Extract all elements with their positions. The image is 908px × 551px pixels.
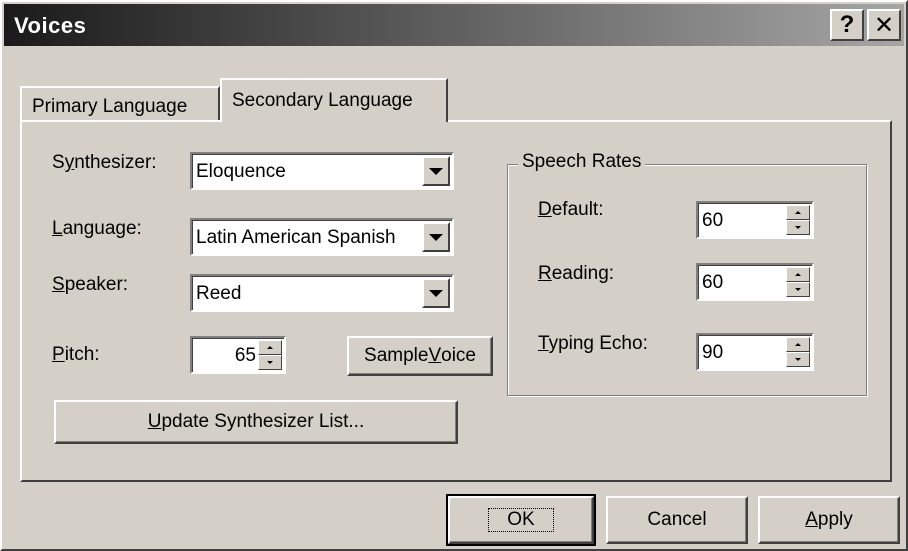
typing-echo-rate-label: Typing Echo:	[538, 333, 648, 354]
tab-secondary-language[interactable]: Secondary Language	[220, 78, 448, 122]
default-rate-label: Default:	[538, 199, 604, 220]
cancel-button[interactable]: Cancel	[606, 496, 748, 544]
pitch-value: 65	[234, 345, 256, 366]
speech-rates-title: Speech Rates	[518, 151, 646, 173]
speaker-label: Speaker:	[52, 274, 129, 295]
default-rate-spinner[interactable]: 60	[696, 201, 814, 239]
arrow-up-icon	[795, 343, 801, 346]
pitch-spinner[interactable]: 65	[190, 336, 286, 374]
arrow-down-icon	[795, 226, 801, 229]
synthesizer-select[interactable]: Eloquence	[190, 152, 454, 190]
language-value: Latin American Spanish	[196, 227, 396, 248]
ok-button[interactable]: OK	[446, 494, 596, 546]
default-rate-value: 60	[702, 210, 724, 231]
synthesizer-value: Eloquence	[196, 161, 286, 182]
default-rate-decrement-button[interactable]	[786, 220, 810, 235]
close-icon: ✕	[873, 11, 895, 39]
tab-panel-secondary-language: Synthesizer: Eloquence Language: Latin A…	[20, 120, 892, 482]
tab-primary-language[interactable]: Primary Language	[20, 86, 220, 120]
close-button[interactable]: ✕	[867, 9, 901, 41]
language-label: Language:	[52, 218, 142, 239]
arrow-up-icon	[267, 346, 273, 349]
cancel-label: Cancel	[647, 509, 707, 530]
title-bar[interactable]: Voices ? ✕	[4, 4, 904, 46]
reading-rate-increment-button[interactable]	[786, 267, 810, 282]
reading-rate-label: Reading:	[538, 263, 615, 284]
arrow-up-icon	[795, 273, 801, 276]
typing-echo-rate-decrement-button[interactable]	[786, 352, 810, 367]
help-button[interactable]: ?	[830, 9, 864, 41]
language-dropdown-button[interactable]	[422, 222, 450, 252]
typing-echo-rate-spinner[interactable]: 90	[696, 333, 814, 371]
pitch-increment-button[interactable]	[258, 340, 282, 355]
sample-voice-button[interactable]: Sample Voice	[347, 336, 493, 376]
arrow-down-icon	[795, 288, 801, 291]
reading-rate-value: 60	[702, 272, 724, 293]
update-synthesizer-list-button[interactable]: Update Synthesizer List...	[54, 400, 458, 444]
typing-echo-rate-value: 90	[702, 342, 724, 363]
reading-rate-decrement-button[interactable]	[786, 282, 810, 297]
help-icon: ?	[839, 11, 855, 38]
default-rate-increment-button[interactable]	[786, 205, 810, 220]
arrow-up-icon	[795, 211, 801, 214]
chevron-down-icon	[429, 167, 443, 175]
speaker-dropdown-button[interactable]	[422, 278, 450, 308]
typing-echo-rate-increment-button[interactable]	[786, 337, 810, 352]
reading-rate-spinner[interactable]: 60	[696, 263, 814, 301]
chevron-down-icon	[429, 233, 443, 241]
pitch-label: Pitch:	[52, 344, 100, 365]
language-select[interactable]: Latin American Spanish	[190, 218, 454, 256]
speaker-select[interactable]: Reed	[190, 274, 454, 312]
voices-dialog: Voices ? ✕ Primary Language Secondary La…	[0, 0, 908, 551]
pitch-decrement-button[interactable]	[258, 355, 282, 370]
speech-rates-group: Speech Rates Default: 60 Reading: 60 Typ…	[507, 151, 867, 396]
synthesizer-label: Synthesizer:	[52, 152, 157, 173]
ok-label: OK	[488, 508, 554, 532]
synthesizer-dropdown-button[interactable]	[422, 156, 450, 186]
arrow-down-icon	[795, 358, 801, 361]
tab-label: Primary Language	[32, 96, 188, 117]
window-title: Voices	[14, 13, 87, 38]
apply-button[interactable]: Apply	[758, 496, 900, 544]
tab-label: Secondary Language	[232, 90, 413, 111]
arrow-down-icon	[267, 361, 273, 364]
speaker-value: Reed	[196, 283, 242, 304]
chevron-down-icon	[429, 289, 443, 297]
